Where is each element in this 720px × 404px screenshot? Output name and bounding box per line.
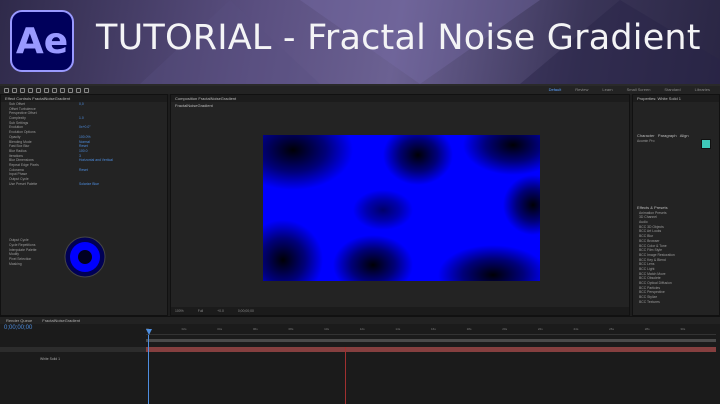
workspace-standard[interactable]: Standard — [664, 87, 680, 92]
effect-controls-panel: Effect Controls FractalNoiseGradient Sub… — [0, 94, 168, 316]
effect-property-label: Iterations — [9, 153, 23, 158]
ruler-tick-label: 24s — [573, 327, 579, 331]
ruler-tick-label: 04s — [217, 327, 223, 331]
screen: Ae TUTORIAL - Fractal Noise Gradient Def… — [0, 0, 720, 404]
exposure-value[interactable]: +0.0 — [217, 309, 224, 313]
effect-property-label: Output Cycle — [9, 238, 29, 243]
time-ruler[interactable]: 0s02s04s06s08s10s12s14s16s18s20s22s24s26… — [146, 325, 716, 335]
ruler-tick-label: 18s — [466, 327, 472, 331]
effect-property-label: Complexity — [9, 116, 26, 121]
fill-color-swatch[interactable] — [701, 139, 711, 149]
fractal-noise-preview[interactable] — [263, 135, 540, 281]
effect-property-label: Modify — [9, 252, 19, 257]
ruler-tick-label: 20s — [502, 327, 508, 331]
camera-tool-icon[interactable] — [44, 87, 49, 93]
layer-row[interactable]: White Solid 1 — [0, 347, 146, 361]
rotate-tool-icon[interactable] — [36, 87, 41, 93]
selection-tool-icon[interactable] — [12, 87, 17, 93]
workspace-switcher: Default Review Learn Small Screen Standa… — [549, 87, 710, 92]
ruler-tick-label: 30s — [680, 327, 686, 331]
viewer-timecode[interactable]: 0;00;00;00 — [238, 309, 254, 313]
effect-property-label: Interpolate Palette — [9, 247, 37, 252]
workspace-libraries[interactable]: Libraries — [695, 87, 710, 92]
mask-tool-icon[interactable] — [60, 87, 65, 93]
brush-tool-icon[interactable] — [84, 87, 89, 93]
ruler-tick-label: 28s — [644, 327, 650, 331]
ruler-tick-label: 10s — [324, 327, 329, 331]
effect-property-label: Blur Radius — [9, 148, 27, 153]
properties-tab[interactable]: Properties: White Solid 1 — [633, 95, 719, 102]
pen-tool-icon[interactable] — [68, 87, 73, 93]
ruler-tick-label: 06s — [252, 327, 258, 331]
ruler-tick-label: 14s — [395, 327, 401, 331]
effect-property-label: Repeat Edge Pixels — [9, 162, 39, 167]
effect-property-label: Sub Settings — [9, 120, 29, 125]
workspace-small-screen[interactable]: Small Screen — [627, 87, 651, 92]
composition-tab[interactable]: Composition FractalNoiseGradient — [171, 95, 629, 102]
effect-property-label: Opacity — [9, 134, 21, 139]
render-queue-tab[interactable]: Render Queue — [6, 317, 32, 324]
effect-property-label: Colorama — [9, 167, 24, 172]
time-marker-line — [345, 347, 346, 404]
workspace-learn[interactable]: Learn — [602, 87, 612, 92]
effect-property-label: Output Cycle — [9, 177, 29, 181]
effect-property-row[interactable]: Use Preset Palette Solarize Blue — [1, 182, 167, 187]
effect-property-label: Masking — [9, 261, 22, 266]
ruler-tick-label: 02s — [181, 327, 187, 331]
ruler-tick-label: 16s — [431, 327, 436, 331]
resolution-select[interactable]: Full — [198, 309, 203, 313]
effect-property-label: Perspective Offset — [9, 111, 37, 116]
effect-property-value[interactable]: Solarize Blue — [79, 182, 99, 187]
ruler-tick-label: 12s — [359, 327, 365, 331]
pan-tool-icon[interactable] — [52, 87, 57, 93]
effect-property-label: Offset Turbulence — [9, 106, 36, 111]
effect-property-label: Evolution Options — [9, 130, 36, 135]
timeline-tabs: Render Queue FractalNoiseGradient — [0, 317, 720, 324]
ruler-tick-label: 22s — [537, 327, 543, 331]
effect-property-label: Sub Offset — [9, 102, 25, 106]
effect-property-label: Evolution — [9, 125, 23, 130]
effects-presets-list: Animation Presets 3D Channel Audio BCC 3D O… — [633, 211, 719, 305]
layer-name: White Solid 1 — [40, 357, 60, 361]
ruler-tick-label: 26s — [609, 327, 614, 331]
timeline-timecode[interactable]: 0;00;00;00 — [4, 325, 32, 331]
effects-preset-item[interactable]: BCC Textures — [633, 300, 719, 305]
effect-property-label: Cycle Repetitions — [9, 243, 36, 248]
effect-property-label: Pixel Selection — [9, 257, 32, 262]
ruler-tick-label: 08s — [288, 327, 294, 331]
home-tool-icon[interactable] — [4, 87, 9, 93]
properties-panel: Properties: White Solid 1 Character Para… — [632, 94, 720, 316]
workspace-default[interactable]: Default — [549, 87, 562, 92]
after-effects-logo: Ae — [10, 10, 74, 72]
composition-subtab[interactable]: FractalNoiseGradient — [171, 102, 629, 109]
effect-property-label: Input Phase — [9, 172, 28, 177]
effects-presets-tab[interactable]: Effects & Presets — [633, 203, 719, 211]
hand-tool-icon[interactable] — [20, 87, 25, 93]
colorama-wheel[interactable] — [63, 235, 113, 285]
effect-property-label: Use Preset Palette — [9, 181, 38, 186]
effect-property-label: Blending Mode — [9, 139, 32, 144]
playhead-line — [148, 335, 149, 404]
viewer-controls: 100% Full +0.0 0;00;00;00 — [171, 307, 629, 315]
banner-title: TUTORIAL - Fractal Noise Gradient — [96, 18, 701, 58]
composition-panel: Composition FractalNoiseGradient Fractal… — [170, 94, 630, 316]
effect-controls-tab[interactable]: Effect Controls FractalNoiseGradient — [1, 95, 167, 102]
timeline-panel: Render Queue FractalNoiseGradient 0;00;0… — [0, 316, 720, 404]
tutorial-banner: Ae TUTORIAL - Fractal Noise Gradient — [0, 0, 720, 84]
type-tool-icon[interactable] — [76, 87, 81, 93]
timeline-comp-tab[interactable]: FractalNoiseGradient — [42, 317, 80, 324]
zoom-level[interactable]: 100% — [175, 309, 184, 313]
layer-duration-bar[interactable] — [146, 347, 716, 352]
effect-property-label: Blur Dimensions — [9, 158, 34, 163]
work-area-bar[interactable] — [146, 339, 716, 342]
workspace-review[interactable]: Review — [575, 87, 588, 92]
effect-property-label: Fast Box Blur — [9, 144, 30, 149]
zoom-tool-icon[interactable] — [28, 87, 33, 93]
character-tab[interactable]: Character Paragraph Align — [633, 132, 719, 139]
